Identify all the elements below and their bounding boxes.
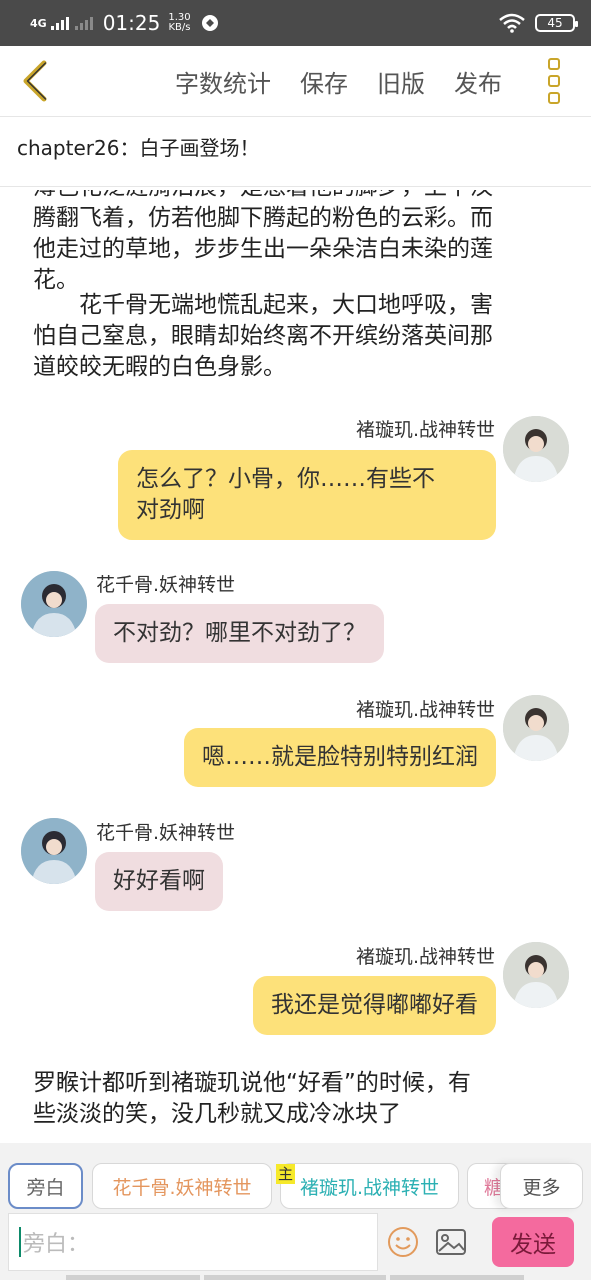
message-text: 我还是觉得嘟嘟好看 (271, 992, 478, 1018)
message-text: 嗯……就是脸特别特别红润 (202, 744, 478, 770)
message-bubble[interactable]: 嗯……就是脸特别特别红润 (184, 728, 496, 787)
publish-button[interactable]: 发布 (454, 64, 502, 99)
role-chip-huaqiangu[interactable]: 花千骨.妖神转世 (92, 1163, 272, 1209)
title-divider (0, 186, 591, 187)
text-line: 花千骨无端地慌乱起来，大口地呼吸，害 (33, 292, 493, 318)
speaker-name: 花千骨.妖神转世 (96, 822, 236, 844)
send-button[interactable]: 发送 (492, 1217, 574, 1267)
nav-bar-segment (204, 1275, 386, 1280)
message-text: 好好看啊 (113, 868, 205, 894)
message-bubble[interactable]: 好好看啊 (95, 852, 223, 911)
back-button[interactable] (0, 46, 70, 116)
battery-icon: 45 (535, 14, 578, 32)
status-bar: 4G 01:25 1.30 KB/s 45 (0, 0, 591, 46)
save-button[interactable]: 保存 (300, 64, 348, 99)
top-toolbar: 字数统计 保存 旧版 发布 (0, 46, 591, 116)
message-bubble[interactable]: 怎么了？小骨，你……有些不 对劲啊 (118, 450, 496, 540)
nav-bar-segment (390, 1275, 524, 1280)
text-line: 他走过的草地，步步生出一朵朵洁白未染的莲 (33, 236, 493, 262)
message-text: 对劲啊 (136, 497, 205, 523)
speaker-name: 褚璇玑.战神转世 (355, 419, 495, 441)
speaker-name: 花千骨.妖神转世 (96, 574, 236, 596)
network-indicator: 4G (30, 18, 47, 29)
avatar[interactable] (21, 818, 87, 884)
text-line: 薄色花泛涟漪泪痕，是惹着他的脚步，上下汉 (33, 190, 563, 203)
signal-icon (50, 16, 69, 30)
message-text: 不对劲？哪里不对劲了？ (113, 620, 366, 646)
story-content[interactable]: 薄色花泛涟漪泪痕，是惹着他的脚步，上下汉 腾翻飞着，仿若他脚下腾起的粉色的云彩。… (0, 190, 591, 1140)
message-input[interactable]: 旁白： (8, 1213, 378, 1271)
old-version-button[interactable]: 旧版 (377, 64, 425, 99)
smile-icon[interactable] (383, 1222, 423, 1262)
text-line: 罗睺计都听到褚璇玑说他“好看”的时候，有 (33, 1070, 471, 1096)
text-line: 怕自己窒息，眼睛却始终离不开缤纷落英间那 (33, 323, 493, 349)
text-line: 道皎皎无暇的白色身影。 (33, 354, 286, 380)
text-line: 腾翻飞着，仿若他脚下腾起的粉色的云彩。而 (33, 205, 493, 231)
message-bubble[interactable]: 我还是觉得嘟嘟好看 (253, 976, 496, 1035)
network-type: 4G (30, 16, 47, 30)
nav-bar-segment (66, 1275, 200, 1280)
avatar[interactable] (503, 416, 569, 482)
story-paragraph-3: 罗睺计都听到褚璇玑说他“好看”的时候，有 些淡淡的笑，没几秒就又成冷冰块了 (33, 1068, 563, 1130)
more-roles-button[interactable]: 更多 (500, 1163, 583, 1209)
message-text: 怎么了？小骨，你……有些不 (136, 466, 435, 492)
message-bubble[interactable]: 不对劲？哪里不对劲了？ (95, 604, 384, 663)
clock: 01:25 (102, 11, 161, 35)
text-cursor (19, 1227, 21, 1257)
wifi-icon (499, 13, 525, 33)
toolbar-actions: 字数统计 保存 旧版 发布 (175, 46, 591, 116)
battery-level: 45 (547, 16, 563, 30)
speed-unit: KB/s (168, 22, 191, 33)
story-paragraph-1: 薄色花泛涟漪泪痕，是惹着他的脚步，上下汉 腾翻飞着，仿若他脚下腾起的粉色的云彩。… (33, 190, 563, 296)
speaker-name: 褚璇玑.战神转世 (355, 946, 495, 968)
word-count-button[interactable]: 字数统计 (175, 64, 271, 99)
role-chip-narration[interactable]: 旁白 (8, 1163, 83, 1209)
more-vertical-icon[interactable] (531, 46, 577, 116)
speaker-name: 褚璇玑.战神转世 (355, 699, 495, 721)
main-role-badge: 主 (276, 1164, 296, 1184)
avatar[interactable] (503, 942, 569, 1008)
text-line: 些淡淡的笑，没几秒就又成冷冰块了 (33, 1101, 401, 1127)
role-chip-chuxuanji[interactable]: 褚璇玑.战神转世 (280, 1163, 459, 1209)
toolbar-divider (0, 116, 591, 117)
input-placeholder: 旁白： (23, 1232, 90, 1257)
app-notification-icon (201, 15, 218, 31)
network-speed: 1.30 KB/s (168, 13, 190, 33)
avatar[interactable] (21, 571, 87, 637)
chevron-left-icon (23, 60, 47, 102)
story-paragraph-2: 花千骨无端地慌乱起来，大口地呼吸，害 怕自己窒息，眼睛却始终离不开缤纷落英间那 … (33, 290, 563, 383)
avatar[interactable] (503, 695, 569, 761)
signal-icon-secondary (74, 16, 93, 30)
image-icon[interactable] (431, 1222, 471, 1262)
chapter-title[interactable]: chapter26：白子画登场！ (17, 132, 259, 161)
